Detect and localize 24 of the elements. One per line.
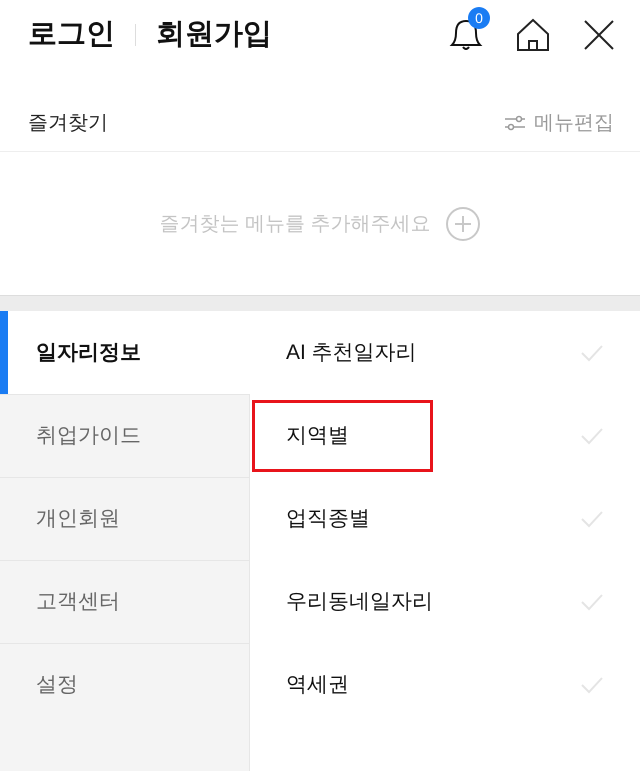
submenu-item[interactable]: 우리동네일자리 xyxy=(286,586,433,618)
category-tab[interactable]: 취업가이드 xyxy=(36,420,141,452)
check-icon[interactable] xyxy=(580,676,604,694)
empty-favorites-message: 즐겨찾는 메뉴를 추가해주세요 xyxy=(159,212,431,236)
submenu-item[interactable]: AI 추천일자리 xyxy=(286,336,417,368)
sliders-icon xyxy=(504,114,526,130)
favorites-title: 즐겨찾기 xyxy=(28,110,108,136)
check-icon[interactable] xyxy=(580,510,604,528)
check-icon[interactable] xyxy=(580,426,604,444)
category-tab[interactable]: 설정 xyxy=(36,669,78,701)
submenu-item[interactable]: 역세권 xyxy=(286,668,349,700)
close-icon[interactable] xyxy=(584,20,614,50)
check-icon[interactable] xyxy=(580,344,604,362)
submenu-item[interactable]: 업직종별 xyxy=(286,502,370,534)
signup-link[interactable]: 회원가입 xyxy=(156,13,272,57)
login-link[interactable]: 로그인 xyxy=(28,13,115,57)
notification-badge: 0 xyxy=(468,7,490,29)
add-icon[interactable] xyxy=(444,206,481,242)
submenu-item[interactable]: 지역별 xyxy=(252,400,433,472)
category-tab[interactable]: 고객센터 xyxy=(36,586,120,618)
home-icon[interactable] xyxy=(516,18,550,52)
category-tab[interactable]: 개인회원 xyxy=(36,503,120,535)
category-tab[interactable]: 일자리정보 xyxy=(36,336,141,368)
check-icon[interactable] xyxy=(580,592,604,610)
